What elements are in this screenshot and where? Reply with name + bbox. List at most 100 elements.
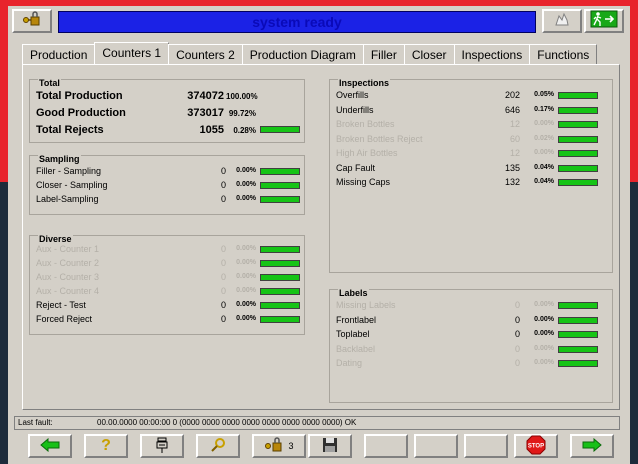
row-bar (558, 92, 598, 99)
stop-button[interactable]: STOP (514, 434, 558, 458)
row-value: 60 (509, 133, 520, 144)
row-label: Good Production (36, 107, 126, 119)
row-label: High Air Bottles (336, 148, 398, 158)
tab-inspections[interactable]: Inspections (453, 44, 531, 65)
exit-button[interactable] (584, 9, 624, 33)
row-value: 202 (504, 90, 520, 100)
row-bar (558, 135, 598, 143)
row-bar (558, 164, 598, 172)
help-button[interactable]: ? (84, 434, 128, 458)
row-bar (260, 126, 300, 133)
row-label: Filler - Sampling (36, 166, 102, 176)
empty-button-3[interactable] (464, 434, 508, 458)
row-percent: 0.17% (534, 105, 554, 113)
inspections-row: Missing Caps 132 0.04% (330, 177, 614, 191)
row-value: 0 (514, 329, 520, 339)
diverse-group: Diverse Aux - Counter 1 0 0.00% Aux - Count… (29, 234, 306, 335)
row-bar (558, 316, 598, 324)
save-button[interactable] (308, 434, 352, 458)
last-fault-bar: Last fault: 00.00.0000 00:00:00 0 (0000 … (14, 416, 620, 430)
row-bar (558, 179, 598, 186)
diverse-row: Aux - Counter 1 0 0.00% (30, 244, 306, 258)
row-value: 0 (514, 314, 520, 325)
row-label: Aux - Counter 2 (36, 258, 100, 268)
labels-row: Toplabel 0 0.00% (330, 329, 614, 343)
sampling-row: Label-Sampling 0 0.00% (30, 194, 306, 208)
row-label: Aux - Counter 3 (36, 272, 100, 282)
row-label: Closer - Sampling (36, 180, 108, 190)
row-percent: 0.00% (534, 330, 554, 337)
row-value: 646 (504, 104, 520, 115)
back-button[interactable] (28, 434, 72, 458)
row-value: 1055 (199, 124, 224, 136)
svg-text:STOP: STOP (528, 444, 544, 450)
user-level-value: 3 (288, 441, 294, 451)
key-lock-icon (22, 10, 42, 32)
row-percent: 0.00% (236, 167, 256, 174)
empty-button-1[interactable] (364, 434, 408, 458)
sampling-row: Closer - Sampling 0 0.00% (30, 180, 306, 194)
tab-closer[interactable]: Closer (403, 44, 455, 65)
row-percent: 0.00% (236, 273, 256, 280)
row-percent: 0.00% (534, 359, 554, 366)
inspections-row: Overfills 202 0.05% (330, 90, 614, 104)
inspections-row: Broken Bottles Reject 60 0.02% (330, 134, 614, 148)
inspections-row: Cap Fault 135 0.04% (330, 163, 614, 177)
labels-group: Labels Missing Labels 0 0.00% Frontlabel 0 0.… (329, 288, 614, 403)
empty-button-2[interactable] (414, 434, 458, 458)
tab-functions[interactable]: Functions (529, 44, 598, 65)
arrow-left-icon (40, 437, 60, 454)
tab-filler[interactable]: Filler (362, 44, 405, 65)
arrow-right-icon (582, 437, 602, 454)
row-percent: 0.00% (236, 245, 256, 252)
row-percent: 0.00% (236, 195, 256, 202)
row-label: Frontlabel (336, 314, 377, 325)
stop-sign-icon: STOP (526, 435, 546, 457)
row-label: Aux - Counter 4 (36, 286, 100, 296)
row-percent: 0.04% (534, 178, 554, 185)
sampling-group: Sampling Filler - Sampling 0 0.00% Closer -… (29, 154, 306, 215)
tab-counters-2[interactable]: Counters 2 (168, 44, 243, 65)
row-label: Total Rejects (36, 124, 104, 136)
machine-button[interactable] (140, 434, 184, 458)
row-percent: 0.00% (534, 315, 554, 323)
user-level-button[interactable]: 3 (252, 434, 306, 458)
diverse-row: Aux - Counter 2 0 0.00% (30, 258, 306, 272)
acknowledge-button[interactable] (542, 9, 582, 33)
row-percent: 0.28% (233, 126, 256, 135)
row-percent: 0.05% (534, 91, 554, 98)
tab-counters-1[interactable]: Counters 1 (94, 42, 170, 65)
row-value: 373017 (187, 107, 224, 119)
tab-production[interactable]: Production (22, 44, 96, 65)
last-fault-label: Last fault: (18, 418, 53, 427)
row-label: Reject - Test (36, 300, 86, 310)
row-label: Forced Reject (36, 314, 93, 324)
row-value: 0 (220, 244, 226, 254)
row-value: 0 (220, 300, 226, 310)
row-bar (260, 196, 300, 203)
row-label: Toplabel (336, 329, 370, 339)
row-label: Label-Sampling (36, 194, 99, 204)
row-bar (260, 246, 300, 253)
question-mark-icon: ? (101, 437, 111, 454)
labels-row: Dating 0 0.00% (330, 358, 614, 372)
row-label: Cap Fault (336, 162, 376, 173)
forward-button[interactable] (570, 434, 614, 458)
floppy-disk-icon (322, 437, 338, 455)
login-button[interactable] (12, 9, 52, 33)
row-bar (558, 150, 598, 157)
tab-production-diagram[interactable]: Production Diagram (241, 44, 364, 65)
row-percent: 0.00% (236, 287, 256, 294)
row-value: 132 (504, 177, 520, 187)
row-bar (558, 302, 598, 309)
inspections-row: High Air Bottles 12 0.00% (330, 148, 614, 162)
row-bar (260, 182, 300, 189)
bottom-toolbar: ? 3 STOP (14, 434, 620, 460)
search-button[interactable] (196, 434, 240, 458)
labels-row: Missing Labels 0 0.00% (330, 300, 614, 314)
exit-icon (590, 10, 618, 33)
row-bar (260, 302, 300, 309)
row-bar (260, 168, 300, 175)
key-lock-icon (264, 437, 284, 455)
total-row-total-production: Total Production 374072 100.00% (30, 90, 306, 104)
